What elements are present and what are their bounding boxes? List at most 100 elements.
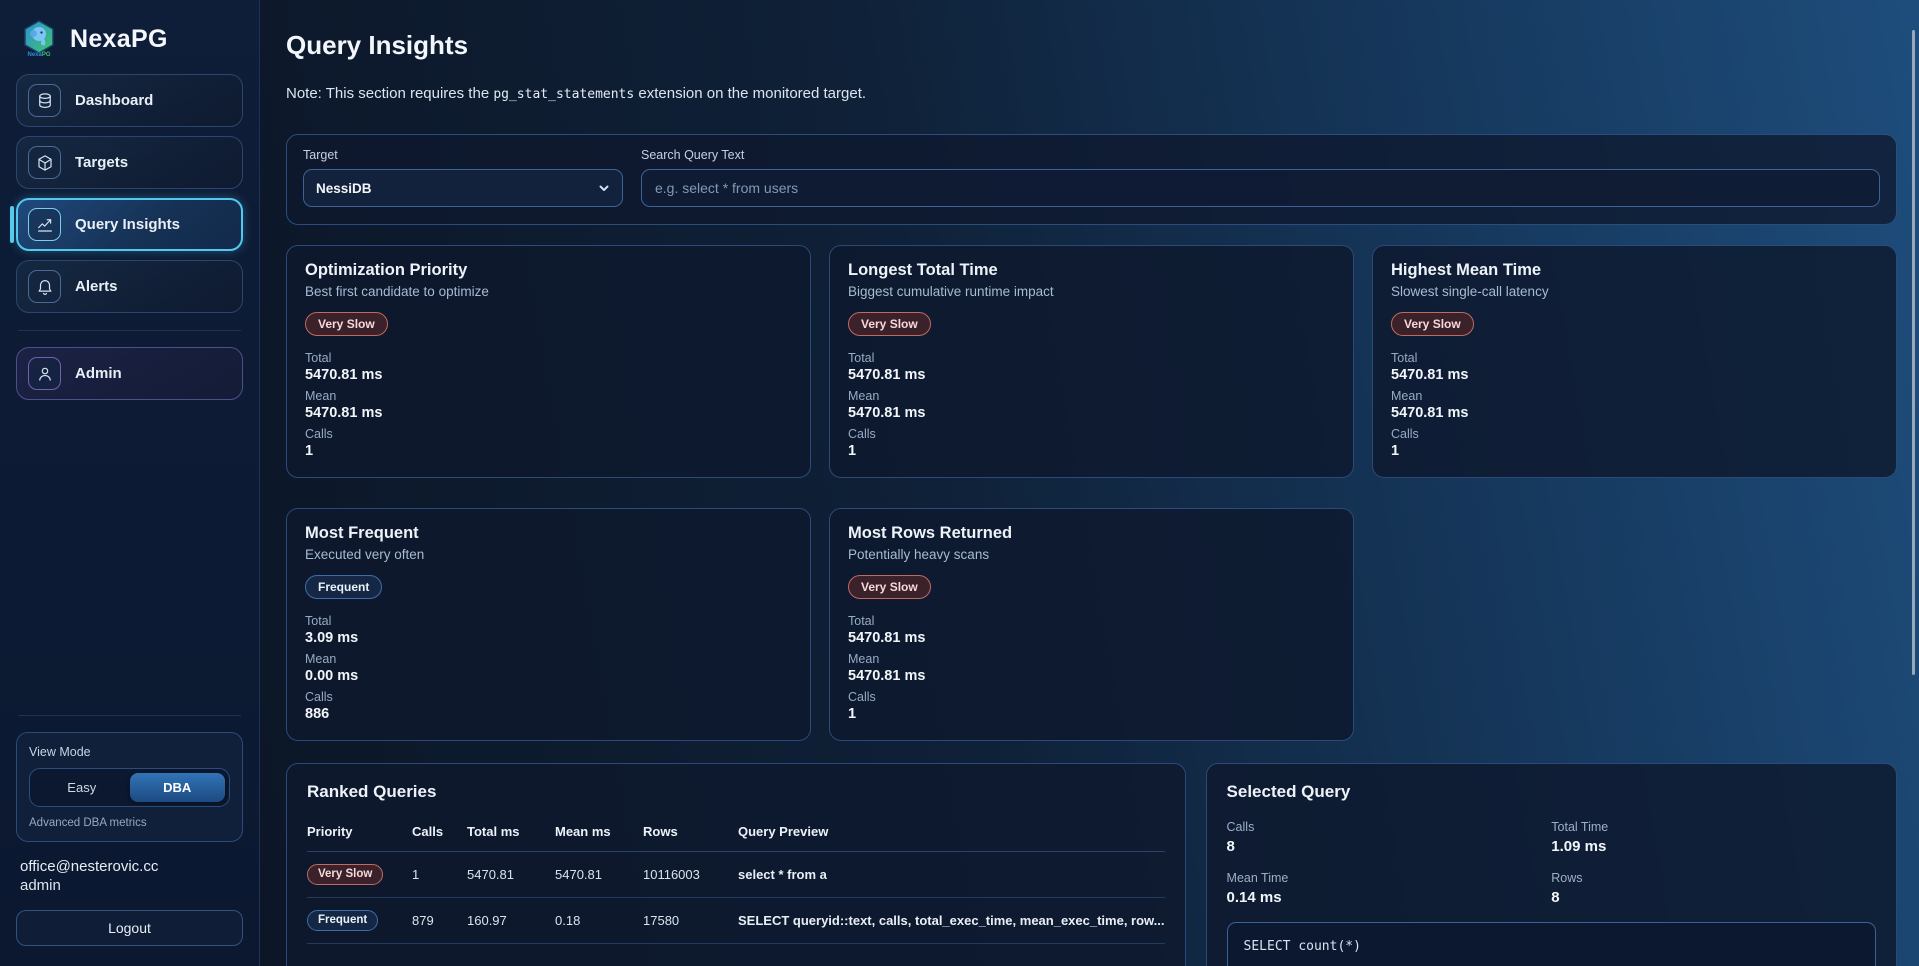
metric-label-mean: Mean <box>848 652 1335 666</box>
target-select[interactable]: NessiDB <box>303 169 623 207</box>
trend-chart-icon <box>28 208 61 241</box>
app-logo: NexaPG <box>20 20 58 58</box>
sql-preview-box: SELECT count(*) <box>1227 922 1876 966</box>
table-row[interactable]: Very Slow 1 5470.81 5470.81 10116003 sel… <box>307 852 1165 898</box>
user-role: admin <box>20 877 239 894</box>
metric-value-calls: 1 <box>1391 443 1878 459</box>
metric-label-calls: Calls <box>1391 427 1878 441</box>
selected-total-label: Total Time <box>1551 820 1876 834</box>
cell-calls: 1 <box>412 867 467 882</box>
selected-calls: Calls 8 <box>1227 820 1552 855</box>
view-mode-label: View Mode <box>29 745 230 759</box>
cell-total-ms: 160.97 <box>467 913 555 928</box>
col-total-ms: Total ms <box>467 824 555 839</box>
col-query-preview: Query Preview <box>738 824 1165 839</box>
metric-label-mean: Mean <box>1391 389 1878 403</box>
target-select-value: NessiDB <box>316 181 372 196</box>
metric-value-mean: 5470.81 ms <box>848 405 1335 421</box>
table-row[interactable]: Frequent 879 160.97 0.18 17580 SELECT qu… <box>307 898 1165 944</box>
selected-calls-value: 8 <box>1227 838 1552 855</box>
metric-value-mean: 5470.81 ms <box>305 405 792 421</box>
sidebar-item-dashboard[interactable]: Dashboard <box>16 74 243 127</box>
empty-grid-cell <box>1372 508 1897 741</box>
cell-rows: 17580 <box>643 913 738 928</box>
card-title: Most Frequent <box>305 524 792 543</box>
sidebar-item-alerts[interactable]: Alerts <box>16 260 243 313</box>
sidebar-item-admin[interactable]: Admin <box>16 347 243 400</box>
sidebar-item-label: Alerts <box>75 278 118 295</box>
ranked-queries-title: Ranked Queries <box>307 782 1165 802</box>
selected-calls-label: Calls <box>1227 820 1552 834</box>
metric-value-calls: 886 <box>305 706 792 722</box>
card-title: Longest Total Time <box>848 261 1335 280</box>
card-most-rows-returned: Most Rows Returned Potentially heavy sca… <box>829 508 1354 741</box>
metric-label-calls: Calls <box>305 690 792 704</box>
col-calls: Calls <box>412 824 467 839</box>
metric-value-mean: 0.00 ms <box>305 668 792 684</box>
metric-value-mean: 5470.81 ms <box>1391 405 1878 421</box>
easy-mode-button[interactable]: Easy <box>34 773 130 802</box>
page-note: Note: This section requires the pg_stat_… <box>286 85 1897 102</box>
dba-mode-button[interactable]: DBA <box>130 773 226 802</box>
metric-label-calls: Calls <box>848 427 1335 441</box>
sidebar-item-targets[interactable]: Targets <box>16 136 243 189</box>
sidebar-item-label: Targets <box>75 154 128 171</box>
metric-value-total: 5470.81 ms <box>305 367 792 383</box>
card-title: Highest Mean Time <box>1391 261 1878 280</box>
severity-badge: Very Slow <box>305 312 388 336</box>
metric-label-total: Total <box>305 614 792 628</box>
sidebar-divider <box>18 330 241 331</box>
ranked-queries-table: Priority Calls Total ms Mean ms Rows Que… <box>307 824 1165 944</box>
view-mode-toggle: Easy DBA <box>29 768 230 807</box>
metric-value-calls: 1 <box>305 443 792 459</box>
metric-label-total: Total <box>1391 351 1878 365</box>
metric-value-calls: 1 <box>848 706 1335 722</box>
cell-mean-ms: 5470.81 <box>555 867 643 882</box>
filter-panel: Target NessiDB Search Query Text <box>286 134 1897 225</box>
search-field-wrap: Search Query Text <box>641 148 1880 207</box>
sidebar-divider-bottom <box>18 715 241 716</box>
view-mode-panel: View Mode Easy DBA Advanced DBA metrics <box>16 732 243 842</box>
selected-total-time: Total Time 1.09 ms <box>1551 820 1876 855</box>
brand-name: NexaPG <box>70 25 168 54</box>
cell-query-preview: SELECT queryid::text, calls, total_exec_… <box>738 913 1165 928</box>
table-header-row: Priority Calls Total ms Mean ms Rows Que… <box>307 824 1165 852</box>
vertical-scrollbar[interactable] <box>1912 30 1915 675</box>
metric-value-total: 5470.81 ms <box>848 367 1335 383</box>
col-priority: Priority <box>307 824 412 839</box>
severity-badge: Very Slow <box>848 575 931 599</box>
cell-query-preview: select * from a <box>738 867 1165 882</box>
card-most-frequent: Most Frequent Executed very often Freque… <box>286 508 811 741</box>
sql-text: SELECT count(*) <box>1244 939 1859 954</box>
view-mode-subtext: Advanced DBA metrics <box>29 817 230 829</box>
cell-mean-ms: 0.18 <box>555 913 643 928</box>
metric-label-mean: Mean <box>305 389 792 403</box>
cell-rows: 10116003 <box>643 867 738 882</box>
severity-badge: Very Slow <box>848 312 931 336</box>
search-query-input[interactable] <box>641 169 1880 207</box>
card-subtitle: Potentially heavy scans <box>848 547 1335 562</box>
user-email: office@nesterovic.cc <box>20 858 239 875</box>
sidebar-item-query-insights[interactable]: Query Insights <box>16 198 243 251</box>
metric-label-mean: Mean <box>848 389 1335 403</box>
card-subtitle: Best first candidate to optimize <box>305 284 792 299</box>
target-field: Target NessiDB <box>303 148 623 207</box>
selected-mean-time: Mean Time 0.14 ms <box>1227 871 1552 906</box>
search-label: Search Query Text <box>641 148 1880 162</box>
severity-badge: Frequent <box>305 575 382 599</box>
cell-total-ms: 5470.81 <box>467 867 555 882</box>
metric-value-total: 3.09 ms <box>305 630 792 646</box>
selected-rows-label: Rows <box>1551 871 1876 885</box>
col-mean-ms: Mean ms <box>555 824 643 839</box>
metric-value-total: 5470.81 ms <box>1391 367 1878 383</box>
severity-badge: Frequent <box>307 910 378 932</box>
metric-label-total: Total <box>305 351 792 365</box>
severity-badge: Very Slow <box>1391 312 1474 336</box>
brand: NexaPG NexaPG <box>16 18 243 74</box>
selected-mean-value: 0.14 ms <box>1227 889 1552 906</box>
sidebar-item-label: Dashboard <box>75 92 153 109</box>
logout-button[interactable]: Logout <box>16 910 243 946</box>
selected-query-panel: Selected Query Calls 8 Total Time 1.09 m… <box>1206 763 1897 966</box>
card-subtitle: Slowest single-call latency <box>1391 284 1878 299</box>
summary-cards-grid: Optimization Priority Best first candida… <box>286 245 1897 741</box>
